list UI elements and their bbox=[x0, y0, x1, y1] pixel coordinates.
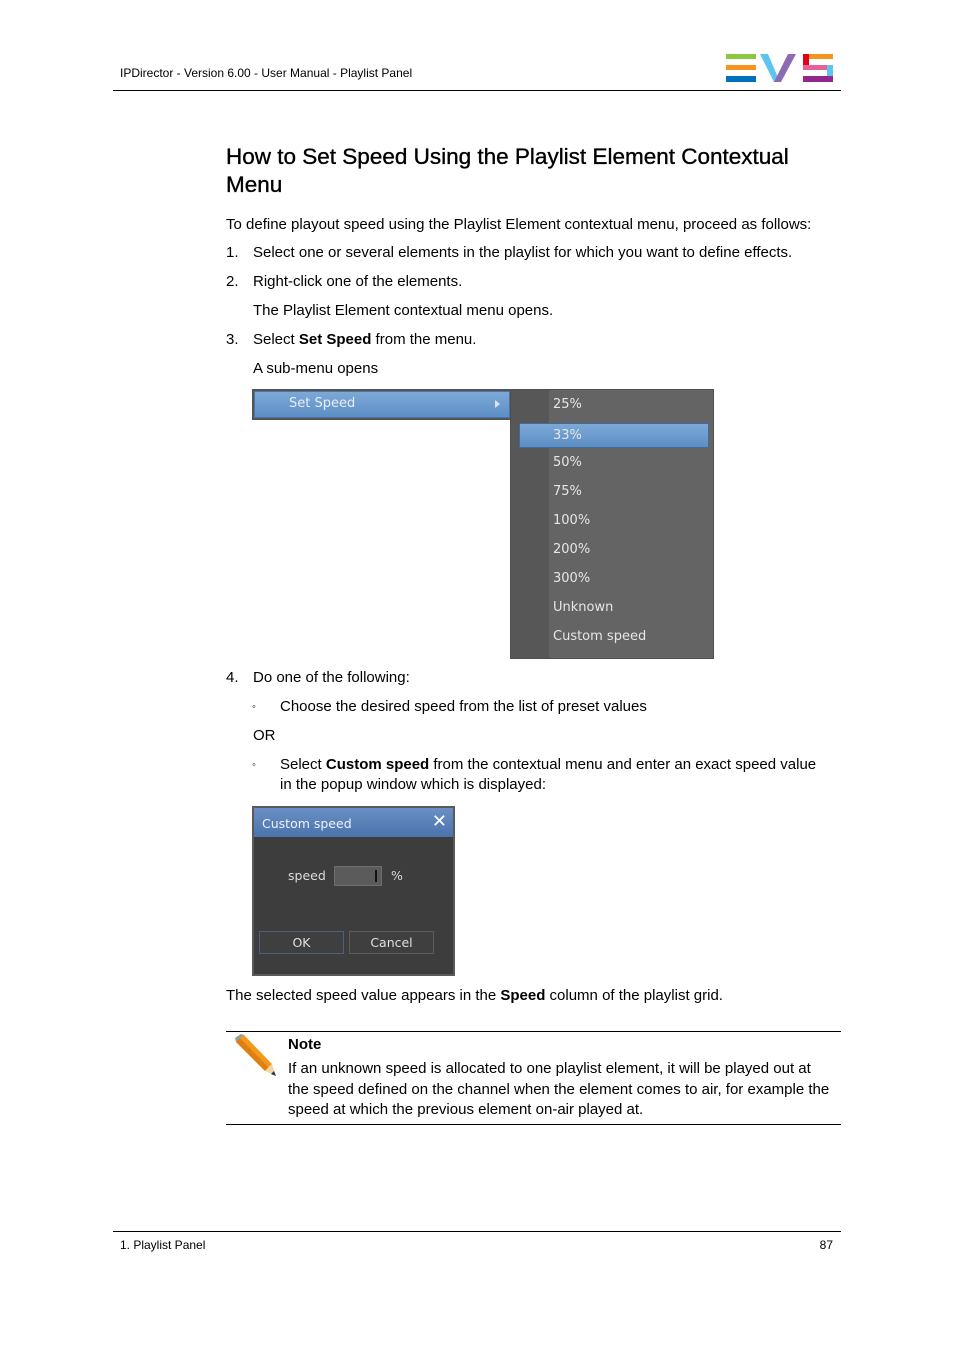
submenu-item-25[interactable]: 25% bbox=[519, 392, 709, 417]
closing-bold: Speed bbox=[500, 987, 546, 1004]
header-rule bbox=[113, 90, 841, 91]
intro-paragraph: To define playout speed using the Playli… bbox=[226, 216, 812, 233]
menu-item-label: Set Speed bbox=[289, 396, 356, 411]
cancel-button[interactable]: Cancel bbox=[349, 931, 434, 954]
menu-item-set-speed[interactable]: Set Speed bbox=[254, 391, 510, 418]
option-1-text: Choose the desired speed from the list o… bbox=[280, 698, 647, 715]
note-bottom-rule bbox=[226, 1124, 841, 1125]
close-icon[interactable]: ✕ bbox=[432, 812, 447, 832]
note-line: speed at which the previous element on-a… bbox=[288, 1101, 644, 1118]
submenu-item-label: 50% bbox=[553, 455, 582, 470]
speed-input[interactable] bbox=[334, 866, 382, 886]
custom-speed-dialog: Custom speed ✕ speed % OK Cancel bbox=[252, 806, 455, 976]
text-caret bbox=[375, 870, 377, 882]
ok-button[interactable]: OK bbox=[259, 931, 344, 954]
step-3-pre: Select bbox=[253, 331, 299, 348]
step-3-result: A sub-menu opens bbox=[253, 360, 379, 377]
submenu-item-300[interactable]: 300% bbox=[519, 566, 709, 591]
submenu-item-33-selected[interactable]: 33% bbox=[519, 423, 709, 448]
step-3-text: Select Set Speed from the menu. bbox=[253, 331, 476, 349]
percent-unit: % bbox=[391, 868, 403, 883]
footer-rule bbox=[113, 1231, 841, 1232]
submenu-item-label: Unknown bbox=[553, 600, 614, 615]
dialog-title-bar: Custom speed ✕ bbox=[254, 808, 453, 837]
logo-e-bar-2 bbox=[726, 65, 756, 70]
step-4-text: Do one of the following: bbox=[253, 669, 410, 686]
step-3-bold: Set Speed bbox=[298, 331, 372, 348]
option-2-bold: Custom speed bbox=[325, 756, 430, 773]
submenu-item-75[interactable]: 75% bbox=[519, 479, 709, 504]
footer-chapter: 1. Playlist Panel bbox=[120, 1238, 206, 1252]
logo-e-bar-1 bbox=[726, 54, 756, 59]
closing-pre: The selected speed value appears in the bbox=[226, 987, 501, 1004]
logo-s-bottom bbox=[803, 76, 833, 82]
dialog-title: Custom speed bbox=[262, 816, 352, 831]
note-title: Note bbox=[288, 1036, 322, 1053]
closing-post: column of the playlist grid. bbox=[545, 987, 723, 1004]
submenu-item-label: 25% bbox=[553, 397, 582, 412]
option-2-post: from the contextual menu and enter an ex… bbox=[429, 756, 817, 773]
note-line: the speed defined on the channel when th… bbox=[288, 1080, 830, 1098]
pencil-icon bbox=[235, 1034, 276, 1076]
step-1-text: Select one or several elements in the pl… bbox=[253, 244, 793, 261]
speed-submenu: 25% 33% 50% 75% 100% 200% 300% Unknown C… bbox=[510, 389, 714, 659]
note-body: If an unknown speed is allocated to one … bbox=[288, 1059, 844, 1121]
step-2-text: Right-click one of the elements. bbox=[253, 273, 463, 290]
running-header: IPDirector - Version 6.00 - User Manual … bbox=[120, 66, 413, 80]
submenu-item-label: 75% bbox=[553, 484, 582, 499]
step-3-number: 3. bbox=[226, 331, 239, 348]
page-number: 87 bbox=[819, 1238, 833, 1252]
submenu-item-200[interactable]: 200% bbox=[519, 537, 709, 562]
note-top-rule bbox=[226, 1031, 841, 1032]
speed-label: speed bbox=[288, 868, 326, 883]
submenu-item-label: 300% bbox=[553, 571, 591, 586]
submenu-item-label: 200% bbox=[553, 542, 591, 557]
evs-logo bbox=[726, 54, 833, 82]
bullet-icon: ◦ bbox=[252, 759, 256, 771]
closing-paragraph: The selected speed value appears in the … bbox=[226, 987, 723, 1005]
step-2-result: The Playlist Element contextual menu ope… bbox=[253, 302, 554, 319]
submenu-item-label: Custom speed bbox=[553, 629, 647, 644]
context-menu: Set Speed bbox=[252, 389, 512, 420]
submenu-item-label: 33% bbox=[553, 428, 582, 443]
bullet-icon: ◦ bbox=[252, 701, 256, 713]
submenu-item-label: 100% bbox=[553, 513, 591, 528]
option-2-text: Select Custom speed from the contextual … bbox=[280, 756, 816, 774]
option-2-text-line-2: in the popup window which is displayed: bbox=[280, 776, 546, 793]
submenu-item-unknown[interactable]: Unknown bbox=[519, 595, 709, 620]
submenu-arrow-icon bbox=[495, 400, 500, 408]
section-title: How to Set Speed Using the Playlist Elem… bbox=[226, 144, 789, 197]
submenu-item-100[interactable]: 100% bbox=[519, 508, 709, 533]
note-line: If an unknown speed is allocated to one … bbox=[288, 1060, 811, 1077]
submenu-item-custom-speed[interactable]: Custom speed bbox=[519, 624, 709, 649]
logo-e-bar-3 bbox=[726, 76, 756, 82]
step-3-post: from the menu. bbox=[371, 331, 477, 348]
option-2-pre: Select bbox=[280, 756, 326, 773]
step-1-number: 1. bbox=[226, 244, 239, 261]
submenu-item-50[interactable]: 50% bbox=[519, 450, 709, 475]
step-4-number: 4. bbox=[226, 669, 239, 686]
or-label: OR bbox=[253, 727, 276, 744]
logo-v-right bbox=[774, 54, 796, 82]
step-2-number: 2. bbox=[226, 273, 239, 290]
